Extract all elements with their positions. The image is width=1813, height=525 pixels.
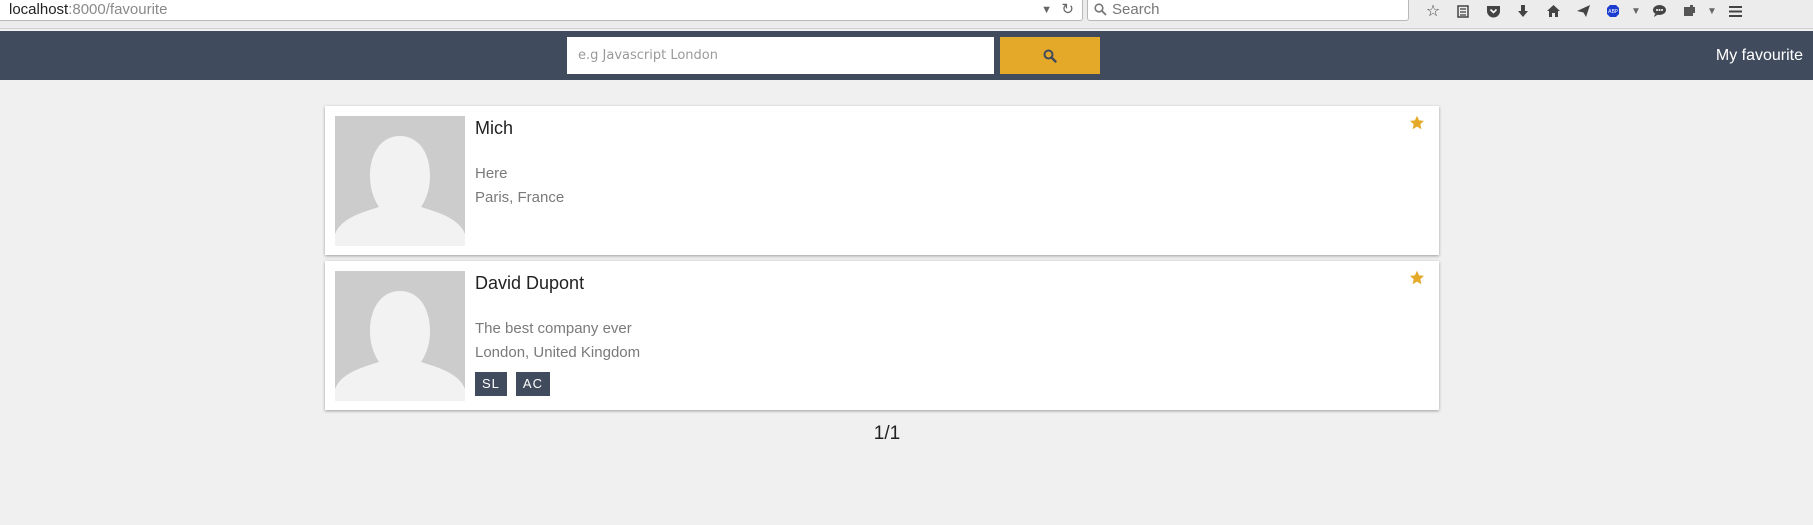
extension-icon[interactable] xyxy=(1674,0,1704,22)
url-path: :8000/favourite xyxy=(68,1,168,18)
person-name[interactable]: Mich xyxy=(475,118,513,139)
menu-icon[interactable] xyxy=(1720,0,1750,22)
person-location: London, United Kingdom xyxy=(475,344,641,361)
search-button[interactable] xyxy=(1000,37,1100,74)
search-icon xyxy=(1094,3,1107,16)
app-header: My favourite xyxy=(0,31,1813,80)
avatar xyxy=(335,271,465,401)
chevron-down-icon[interactable]: ▼ xyxy=(1628,0,1644,22)
browser-search-placeholder: Search xyxy=(1112,1,1160,18)
person-name[interactable]: David Dupont xyxy=(475,273,584,294)
person-company: Here xyxy=(475,165,508,182)
reading-list-icon[interactable] xyxy=(1448,0,1478,22)
svg-text:ABP: ABP xyxy=(1608,9,1618,15)
result-card: Mich Here Paris, France xyxy=(325,106,1439,255)
abp-icon[interactable]: ABP xyxy=(1598,0,1628,22)
pocket-icon[interactable] xyxy=(1478,0,1508,22)
chevron-down-icon[interactable]: ▼ xyxy=(1704,0,1720,22)
chevron-down-icon[interactable]: ▼ xyxy=(1041,0,1052,20)
browser-search-input[interactable]: Search xyxy=(1087,0,1409,21)
bookmark-star-icon[interactable]: ☆ xyxy=(1418,0,1448,22)
person-company: The best company ever xyxy=(475,320,632,337)
my-favourite-link[interactable]: My favourite xyxy=(1716,31,1803,80)
tag-ac[interactable]: AC xyxy=(515,372,550,396)
chat-icon[interactable] xyxy=(1644,0,1674,22)
pagination: 1/1 xyxy=(873,423,901,444)
send-icon[interactable] xyxy=(1568,0,1598,22)
search-input[interactable] xyxy=(567,37,994,74)
avatar xyxy=(335,116,465,246)
reload-icon[interactable]: ↻ xyxy=(1061,0,1074,20)
home-icon[interactable] xyxy=(1538,0,1568,22)
star-icon[interactable] xyxy=(1409,270,1425,286)
url-bar[interactable]: localhost:8000/favourite ▼ ↻ xyxy=(0,0,1083,21)
browser-toolbar-icons: ☆ ABP ▼ ▼ xyxy=(1418,0,1750,22)
star-icon[interactable] xyxy=(1409,115,1425,131)
result-card: David Dupont The best company ever Londo… xyxy=(325,261,1439,410)
url-host: localhost xyxy=(9,1,69,18)
browser-toolbar: localhost:8000/favourite ▼ ↻ Search ☆ AB… xyxy=(0,0,1813,29)
person-location: Paris, France xyxy=(475,189,565,206)
results-list: Mich Here Paris, France David Dupont The… xyxy=(325,106,1439,416)
download-icon[interactable] xyxy=(1508,0,1538,22)
search-icon xyxy=(1043,49,1057,63)
tag-sl[interactable]: SL xyxy=(475,372,507,396)
tag-list: SL AC xyxy=(475,372,550,396)
